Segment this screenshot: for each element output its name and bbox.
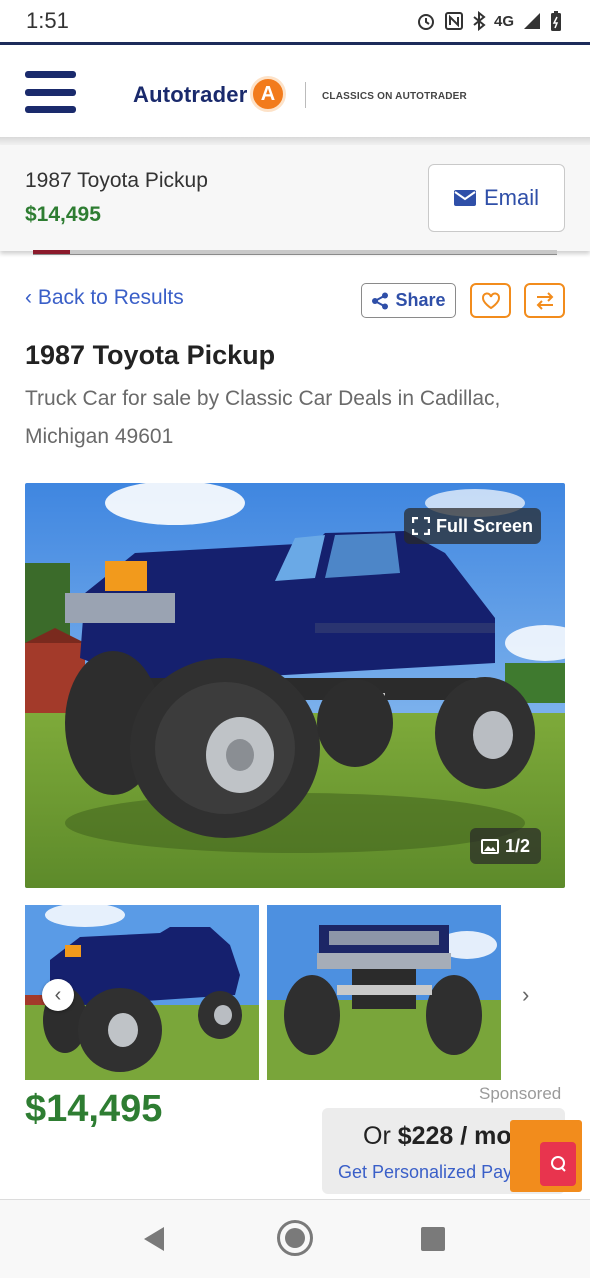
bluetooth-icon bbox=[472, 11, 486, 31]
thumbnail-next-button[interactable]: › bbox=[522, 982, 529, 1008]
status-bar: 1:51 4G bbox=[0, 0, 590, 42]
gallery-progress-fill bbox=[33, 250, 70, 254]
sponsored-label: Sponsored bbox=[479, 1084, 562, 1103]
listing-price: $14,495 bbox=[25, 1088, 163, 1130]
compare-arrows-icon bbox=[536, 291, 553, 310]
back-to-results-link[interactable]: ‹ Back to Results bbox=[25, 286, 184, 310]
sticky-price: $14,495 bbox=[25, 203, 101, 226]
heart-icon bbox=[481, 292, 500, 309]
menu-icon[interactable] bbox=[25, 71, 76, 113]
nfc-icon bbox=[444, 11, 464, 31]
fullscreen-button[interactable]: Full Screen bbox=[404, 508, 541, 544]
nav-recents-icon[interactable] bbox=[421, 1227, 445, 1251]
battery-icon bbox=[550, 10, 562, 32]
sticky-summary-bar: 1987 Toyota Pickup $14,495 Email bbox=[0, 145, 590, 251]
share-button-label: Share bbox=[395, 290, 446, 310]
status-icons: 4G bbox=[416, 6, 562, 36]
listing-subtitle: Truck Car for sale by Classic Car Deals … bbox=[25, 387, 501, 448]
listing-title: 1987 Toyota Pickup bbox=[25, 340, 276, 370]
chat-button[interactable] bbox=[510, 1120, 582, 1192]
logo-divider bbox=[305, 82, 306, 108]
signal-icon bbox=[522, 11, 542, 31]
photo-counter: 1/2 bbox=[470, 828, 541, 864]
share-button[interactable]: Share bbox=[361, 283, 456, 318]
save-favorite-button[interactable] bbox=[470, 283, 511, 318]
compare-button[interactable] bbox=[524, 283, 565, 318]
monthly-payment: Or $228 / mo bbox=[363, 1122, 512, 1150]
thumbnail-prev-button[interactable]: ‹ bbox=[42, 979, 74, 1011]
logo-text[interactable]: Autotrader bbox=[133, 82, 247, 108]
email-button[interactable]: Email bbox=[428, 164, 565, 232]
image-icon bbox=[480, 838, 499, 854]
status-time: 1:51 bbox=[26, 8, 69, 33]
logo-badge-icon[interactable]: A bbox=[250, 76, 286, 112]
photo-counter-text: 1/2 bbox=[504, 835, 531, 856]
lte-icon: 4G bbox=[493, 12, 514, 30]
chat-icon bbox=[540, 1142, 576, 1186]
share-icon bbox=[372, 292, 389, 309]
fullscreen-icon bbox=[411, 517, 430, 535]
envelope-icon bbox=[453, 190, 476, 206]
alarm-icon bbox=[416, 11, 436, 31]
fullscreen-label: Full Screen bbox=[435, 515, 534, 536]
thumbnail-2[interactable] bbox=[267, 905, 501, 1080]
site-header: Autotrader A CLASSICS ON AUTOTRADER bbox=[0, 45, 590, 139]
gallery-progress-strip bbox=[33, 250, 557, 255]
nav-home-icon[interactable] bbox=[277, 1220, 313, 1256]
subbrand-label: CLASSICS ON AUTOTRADER bbox=[322, 91, 467, 102]
header-shadow bbox=[0, 137, 590, 145]
android-nav-bar bbox=[0, 1200, 590, 1278]
email-button-label: Email bbox=[483, 185, 539, 210]
sticky-title: 1987 Toyota Pickup bbox=[25, 169, 208, 192]
nav-back-icon[interactable] bbox=[142, 1226, 166, 1252]
